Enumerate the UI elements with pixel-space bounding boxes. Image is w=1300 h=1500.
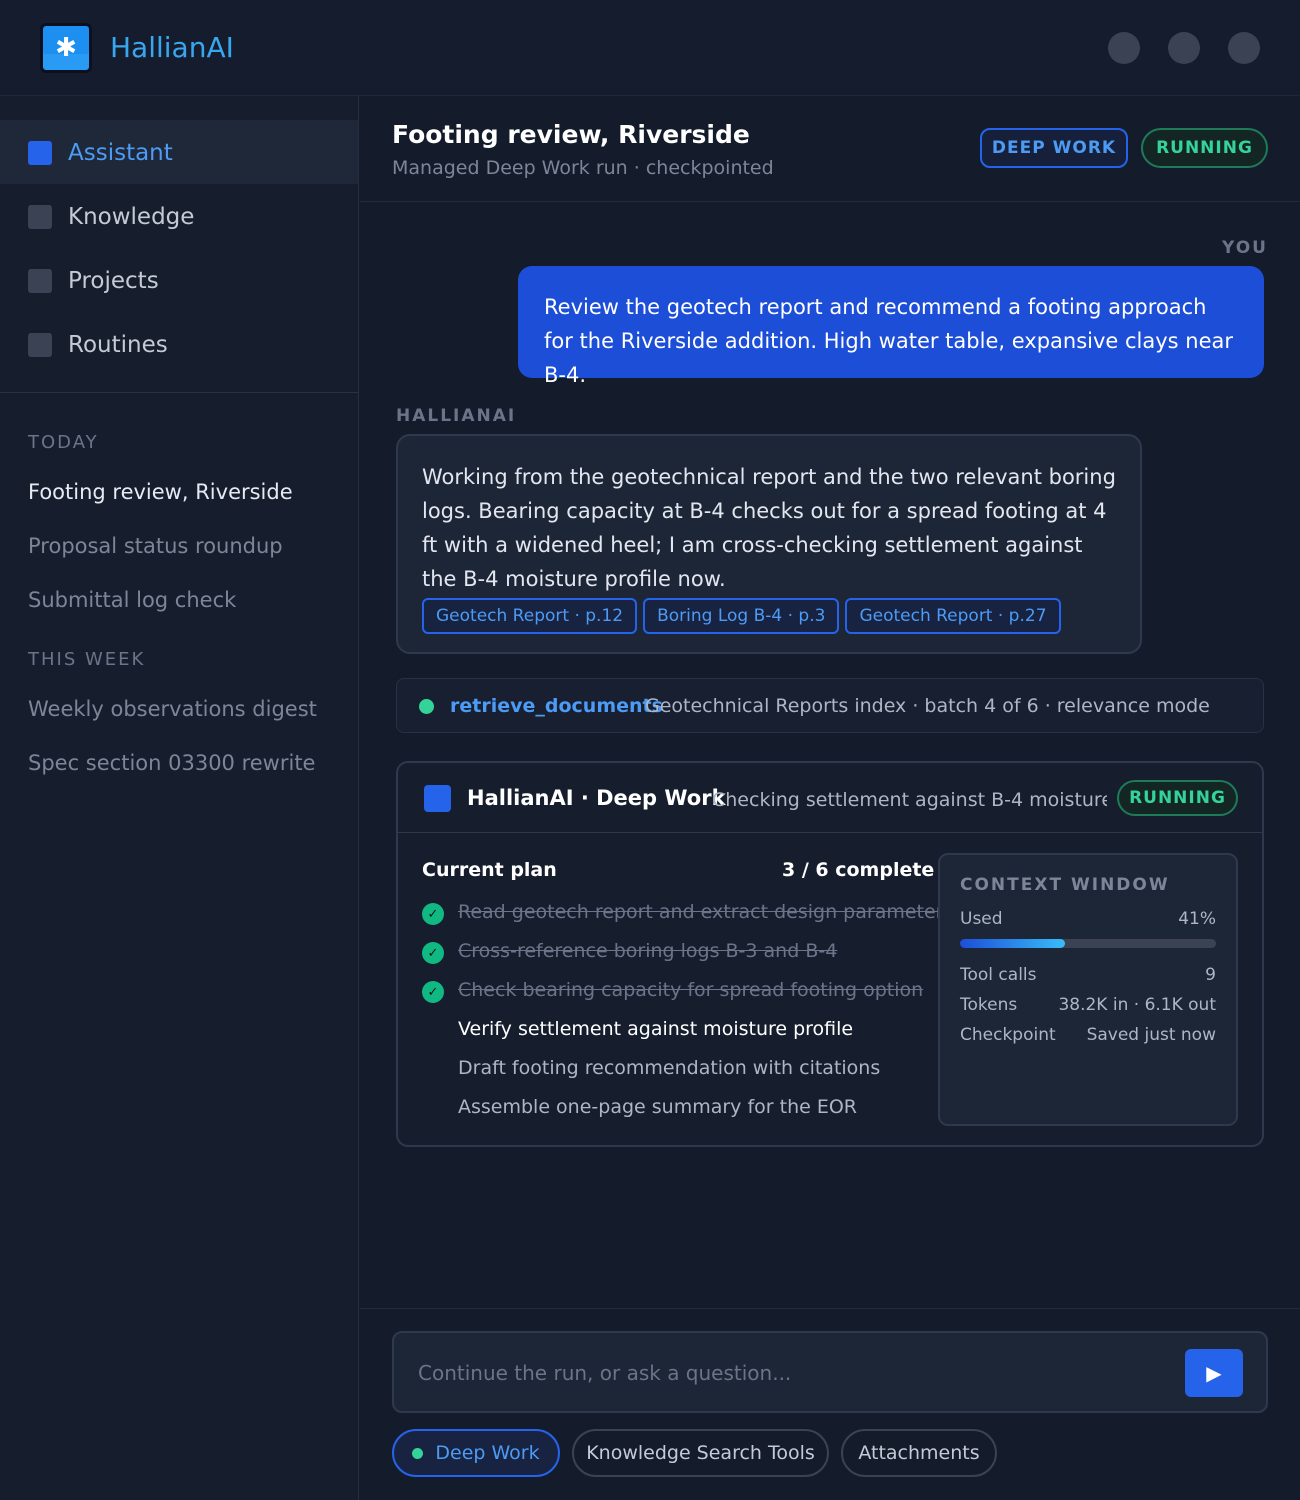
app-name: HallianAI xyxy=(110,31,234,64)
plan-step: Assemble one-page summary for the EOR xyxy=(422,1096,922,1124)
chip-label: Knowledge Search Tools xyxy=(586,1442,815,1464)
check-icon: ✓ xyxy=(422,942,444,964)
window-control-3[interactable] xyxy=(1228,32,1260,64)
checkpoint-label: Checkpoint xyxy=(960,1025,1056,1045)
sidebar-divider xyxy=(0,392,358,393)
plan-title: Current plan xyxy=(422,859,557,881)
routines-icon xyxy=(28,333,52,357)
citation-chip[interactable]: Boring Log B-4 · p.3 xyxy=(643,598,840,634)
context-usage-fill xyxy=(960,939,1065,948)
running-badge: RUNNING xyxy=(1117,780,1238,816)
running-badge: RUNNING xyxy=(1141,128,1268,168)
plan-step-text: Draft footing recommendation with citati… xyxy=(458,1057,881,1079)
chip-label: Attachments xyxy=(858,1442,980,1464)
play-icon: ▶ xyxy=(1206,1361,1222,1385)
tool-calls-value: 9 xyxy=(1205,965,1216,985)
context-usage-bar xyxy=(960,939,1216,948)
top-bar: ✱ HallianAI xyxy=(0,0,1300,96)
plan-step: Draft footing recommendation with citati… xyxy=(422,1057,922,1085)
assistant-message-text: Working from the geotechnical report and… xyxy=(422,465,1116,591)
tool-call-row[interactable]: retrieve_documents Geotechnical Reports … xyxy=(396,678,1264,733)
tokens-row: Tokens 38.2K in · 6.1K out xyxy=(960,995,1216,1015)
nav-routines[interactable]: Routines xyxy=(0,312,358,376)
plan-step: ✓ Check bearing capacity for spread foot… xyxy=(422,979,924,1007)
app-logo[interactable]: ✱ xyxy=(40,23,92,73)
history-item[interactable]: Footing review, Riverside xyxy=(28,480,293,504)
section-heading-today: TODAY xyxy=(28,432,99,453)
knowledge-icon xyxy=(28,205,52,229)
window-control-1[interactable] xyxy=(1108,32,1140,64)
checkpoint-row: Checkpoint Saved just now xyxy=(960,1025,1216,1045)
composer: ▶ xyxy=(392,1331,1268,1413)
deep-work-title: HallianAI · Deep Work xyxy=(467,786,726,810)
chip-label: Deep Work xyxy=(435,1442,540,1464)
checkpoint-value: Saved just now xyxy=(1086,1025,1216,1045)
active-dot-icon xyxy=(412,1447,424,1459)
plan-step-text: Cross-reference boring logs B-3 and B-4 xyxy=(458,940,838,962)
tool-description: Geotechnical Reports index · batch 4 of … xyxy=(645,695,1210,717)
send-button[interactable]: ▶ xyxy=(1185,1349,1243,1397)
nav-assistant[interactable]: Assistant xyxy=(0,120,358,184)
page-subtitle: Managed Deep Work run · checkpointed xyxy=(392,157,774,179)
plan-step: ✓ Cross-reference boring logs B-3 and B-… xyxy=(422,940,922,968)
context-window-title: CONTEXT WINDOW xyxy=(960,875,1170,895)
context-used-row: Used 41% xyxy=(960,909,1216,929)
plan-step-text: Check bearing capacity for spread footin… xyxy=(458,979,924,1001)
status-dot-icon xyxy=(419,699,434,714)
tokens-label: Tokens xyxy=(960,995,1018,1015)
history-item[interactable]: Spec section 03300 rewrite xyxy=(28,751,315,775)
plan-step-text: Verify settlement against moisture profi… xyxy=(458,1018,854,1040)
nav-label: Routines xyxy=(68,332,168,358)
nav-label: Projects xyxy=(68,268,159,294)
composer-area: ▶ Deep Work Knowledge Search Tools Attac… xyxy=(360,1308,1300,1500)
plan-step-current: Verify settlement against moisture profi… xyxy=(422,1018,922,1046)
history-item[interactable]: Proposal status roundup xyxy=(28,534,283,558)
nav-projects[interactable]: Projects xyxy=(0,248,358,312)
nav-label: Assistant xyxy=(68,140,173,166)
tool-name: retrieve_documents xyxy=(450,695,663,717)
projects-icon xyxy=(28,269,52,293)
tool-calls-row: Tool calls 9 xyxy=(960,965,1216,985)
nav-label: Knowledge xyxy=(68,204,195,230)
deep-work-toggle[interactable]: Deep Work xyxy=(392,1429,560,1477)
attachments-toggle[interactable]: Attachments xyxy=(841,1429,997,1477)
context-used-value: 41% xyxy=(1178,909,1216,929)
nav-knowledge[interactable]: Knowledge xyxy=(0,184,358,248)
conversation-header: Footing review, Riverside Managed Deep W… xyxy=(360,96,1300,202)
check-icon: ✓ xyxy=(422,903,444,925)
user-label: YOU xyxy=(1222,238,1268,258)
sidebar: Assistant Knowledge Projects Routines TO… xyxy=(0,96,359,1500)
citation-list: Geotech Report · p.12 Boring Log B-4 · p… xyxy=(422,598,1061,634)
assistant-message: Working from the geotechnical report and… xyxy=(396,434,1142,654)
citation-chip[interactable]: Geotech Report · p.12 xyxy=(422,598,638,634)
deep-work-status: Checking settlement against B-4 moisture… xyxy=(712,789,1107,811)
asterisk-icon: ✱ xyxy=(55,33,77,63)
plan-step: ✓ Read geotech report and extract design… xyxy=(422,901,953,929)
deep-work-icon xyxy=(424,785,451,812)
deep-work-badge: DEEP WORK xyxy=(980,128,1128,168)
section-heading-this-week: THIS WEEK xyxy=(28,649,146,670)
deep-work-header: HallianAI · Deep Work Checking settlemen… xyxy=(398,763,1262,833)
check-icon: ✓ xyxy=(422,981,444,1003)
plan-step-text: Read geotech report and extract design p… xyxy=(458,901,954,923)
tokens-value: 38.2K in · 6.1K out xyxy=(1058,995,1216,1015)
plan-progress: 3 / 6 complete xyxy=(782,859,935,881)
message-input[interactable] xyxy=(418,1353,1158,1393)
plan-step-text: Assemble one-page summary for the EOR xyxy=(458,1096,858,1118)
deep-work-card: HallianAI · Deep Work Checking settlemen… xyxy=(396,761,1264,1147)
knowledge-search-tools-toggle[interactable]: Knowledge Search Tools xyxy=(572,1429,829,1477)
history-item[interactable]: Weekly observations digest xyxy=(28,697,317,721)
context-used-label: Used xyxy=(960,909,1003,929)
window-control-2[interactable] xyxy=(1168,32,1200,64)
page-title: Footing review, Riverside xyxy=(392,120,750,149)
assistant-icon xyxy=(28,141,52,165)
history-item[interactable]: Submittal log check xyxy=(28,588,236,612)
tool-calls-label: Tool calls xyxy=(960,965,1037,985)
assistant-label: HALLIANAI xyxy=(396,406,517,426)
context-window-panel: CONTEXT WINDOW Used 41% Tool calls 9 Tok… xyxy=(938,853,1238,1126)
citation-chip[interactable]: Geotech Report · p.27 xyxy=(845,598,1061,634)
user-message: Review the geotech report and recommend … xyxy=(518,266,1264,387)
